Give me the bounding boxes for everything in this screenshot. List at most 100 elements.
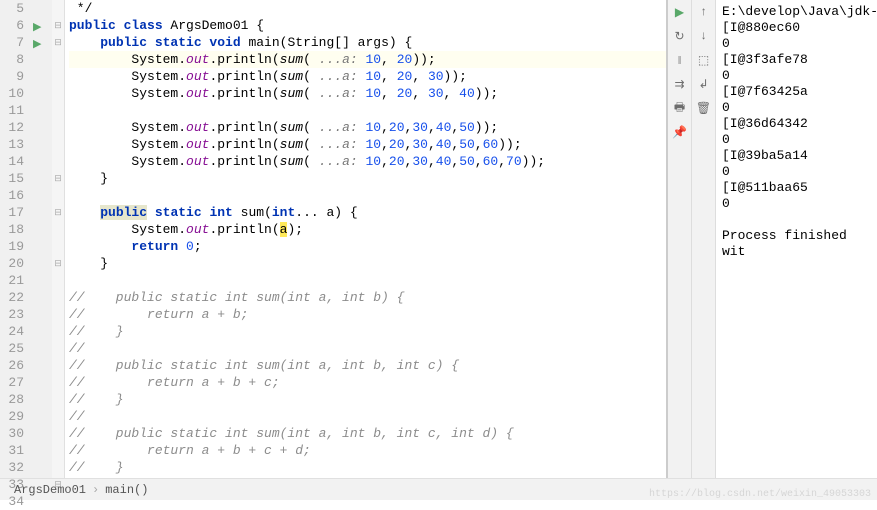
line-number[interactable]: 5 bbox=[0, 0, 24, 17]
console-line: [I@880ec60 bbox=[722, 20, 871, 36]
down-icon[interactable]: ↓ bbox=[692, 24, 715, 48]
line-number[interactable]: 22 bbox=[0, 289, 24, 306]
fold-icon bbox=[52, 306, 64, 323]
console-line: 0 bbox=[722, 100, 871, 116]
code-line[interactable]: // public static int sum(int a, int b) { bbox=[69, 289, 666, 306]
console-line bbox=[722, 212, 871, 228]
code-body[interactable]: */public class ArgsDemo01 { public stati… bbox=[65, 0, 666, 478]
fold-icon bbox=[52, 425, 64, 442]
code-line[interactable]: System.out.println(sum( ...a: 10,20,30,4… bbox=[69, 136, 666, 153]
code-line[interactable]: // return a + b; bbox=[69, 306, 666, 323]
code-line[interactable]: System.out.println(a); bbox=[69, 221, 666, 238]
fold-icon[interactable]: ⊟ bbox=[52, 204, 64, 221]
run-gutter-icon[interactable]: ▶ bbox=[33, 37, 41, 51]
line-number[interactable]: 6 bbox=[0, 17, 24, 34]
line-number[interactable]: 28 bbox=[0, 391, 24, 408]
fold-icon bbox=[52, 238, 64, 255]
console-line: 0 bbox=[722, 196, 871, 212]
line-number[interactable]: 25 bbox=[0, 340, 24, 357]
line-number[interactable]: 16 bbox=[0, 187, 24, 204]
console-line: [I@7f63425a bbox=[722, 84, 871, 100]
code-line[interactable]: System.out.println(sum( ...a: 10, 20, 30… bbox=[69, 85, 666, 102]
code-line[interactable]: // } bbox=[69, 459, 666, 476]
line-number[interactable]: 20 bbox=[0, 255, 24, 272]
code-line[interactable] bbox=[69, 272, 666, 289]
watermark: https://blog.csdn.net/weixin_49053303 bbox=[649, 489, 871, 500]
pin-icon[interactable]: 📌 bbox=[668, 120, 691, 144]
console-line: 0 bbox=[722, 68, 871, 84]
code-line[interactable] bbox=[69, 187, 666, 204]
code-line[interactable]: System.out.println(sum( ...a: 10,20,30,4… bbox=[69, 119, 666, 136]
line-number[interactable]: 19 bbox=[0, 238, 24, 255]
run-gutter-icon[interactable]: ▶ bbox=[33, 20, 41, 34]
breadcrumb-method[interactable]: main() bbox=[105, 483, 148, 497]
code-line[interactable]: public static void main(String[] args) { bbox=[69, 34, 666, 51]
up-icon[interactable]: ↑ bbox=[692, 0, 715, 24]
line-number[interactable]: 23 bbox=[0, 306, 24, 323]
line-number[interactable]: 13 bbox=[0, 136, 24, 153]
console-line: 0 bbox=[722, 132, 871, 148]
fold-icon[interactable]: ⊟ bbox=[52, 255, 64, 272]
code-line[interactable]: // bbox=[69, 408, 666, 425]
console-line: [I@511baa65 bbox=[722, 180, 871, 196]
line-number[interactable]: 10 bbox=[0, 85, 24, 102]
code-line[interactable]: // return a + b + c + d; bbox=[69, 442, 666, 459]
line-number[interactable]: 24 bbox=[0, 323, 24, 340]
line-number[interactable]: 7 bbox=[0, 34, 24, 51]
line-number[interactable]: 15 bbox=[0, 170, 24, 187]
code-line[interactable]: // public static int sum(int a, int b, i… bbox=[69, 425, 666, 442]
line-number[interactable]: 17 bbox=[0, 204, 24, 221]
code-line[interactable]: System.out.println(sum( ...a: 10, 20)); bbox=[69, 51, 666, 68]
line-number[interactable]: 18 bbox=[0, 221, 24, 238]
layout-icon[interactable]: ⇉ bbox=[668, 72, 691, 96]
line-number[interactable]: 32 bbox=[0, 459, 24, 476]
console-output[interactable]: E:\develop\Java\jdk- [I@880ec600[I@3f3af… bbox=[716, 0, 877, 478]
fold-icon bbox=[52, 68, 64, 85]
code-line[interactable]: } bbox=[69, 255, 666, 272]
fold-icon bbox=[52, 85, 64, 102]
fold-icon bbox=[52, 289, 64, 306]
code-line[interactable]: } bbox=[69, 170, 666, 187]
code-line[interactable]: public static int sum(int... a) { bbox=[69, 204, 666, 221]
code-line[interactable]: public class ArgsDemo01 { bbox=[69, 17, 666, 34]
line-number[interactable]: 21 bbox=[0, 272, 24, 289]
code-line[interactable]: } bbox=[69, 476, 666, 478]
line-number[interactable]: 8 bbox=[0, 51, 24, 68]
wrap-icon[interactable]: ↲ bbox=[692, 72, 715, 96]
fold-icon bbox=[52, 153, 64, 170]
line-number[interactable]: 11 bbox=[0, 102, 24, 119]
code-line[interactable]: System.out.println(sum( ...a: 10, 20, 30… bbox=[69, 68, 666, 85]
code-line[interactable]: // } bbox=[69, 391, 666, 408]
fold-icon[interactable]: ⊟ bbox=[52, 17, 64, 34]
code-editor[interactable]: 5678910111213141516171819202122232425262… bbox=[0, 0, 667, 478]
fold-icon bbox=[52, 459, 64, 476]
code-line[interactable]: // public static int sum(int a, int b, i… bbox=[69, 357, 666, 374]
code-line[interactable]: // bbox=[69, 340, 666, 357]
fold-icon bbox=[52, 0, 64, 17]
fold-icon bbox=[52, 357, 64, 374]
rerun-icon[interactable]: ↻ bbox=[668, 24, 691, 48]
line-number[interactable]: 26 bbox=[0, 357, 24, 374]
line-number[interactable]: 29 bbox=[0, 408, 24, 425]
line-number[interactable]: 30 bbox=[0, 425, 24, 442]
code-line[interactable]: // } bbox=[69, 323, 666, 340]
line-number[interactable]: 31 bbox=[0, 442, 24, 459]
code-line[interactable]: // return a + b + c; bbox=[69, 374, 666, 391]
run-icon[interactable]: ▶ bbox=[668, 0, 691, 24]
code-line[interactable]: return 0; bbox=[69, 238, 666, 255]
fold-icon[interactable]: ⊟ bbox=[52, 170, 64, 187]
line-number[interactable]: 9 bbox=[0, 68, 24, 85]
fold-icon[interactable]: ⊟ bbox=[52, 34, 64, 51]
line-number[interactable]: 14 bbox=[0, 153, 24, 170]
stack-icon[interactable]: ⬚ bbox=[692, 48, 715, 72]
print-icon[interactable]: 🖶 bbox=[668, 96, 691, 120]
trash-icon[interactable]: 🗑 bbox=[692, 96, 715, 120]
line-number[interactable]: 12 bbox=[0, 119, 24, 136]
code-line[interactable]: */ bbox=[69, 0, 666, 17]
code-line[interactable]: System.out.println(sum( ...a: 10,20,30,4… bbox=[69, 153, 666, 170]
console-line: [I@36d64342 bbox=[722, 116, 871, 132]
line-number[interactable]: 27 bbox=[0, 374, 24, 391]
pause-icon[interactable]: ‖ bbox=[668, 48, 691, 72]
code-line[interactable] bbox=[69, 102, 666, 119]
fold-icon bbox=[52, 272, 64, 289]
